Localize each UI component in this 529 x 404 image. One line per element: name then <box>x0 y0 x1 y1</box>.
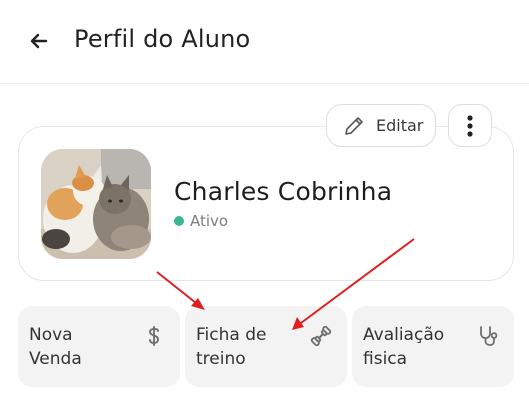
edit-button[interactable]: Editar <box>326 104 436 147</box>
more-options-button[interactable] <box>448 104 492 147</box>
workout-sheet-label: Ficha de treino <box>196 325 267 369</box>
pencil-icon <box>345 116 363 135</box>
more-vertical-icon <box>467 114 473 137</box>
avatar <box>41 149 151 259</box>
stethoscope-icon <box>480 326 498 346</box>
physical-assessment-tile[interactable]: Avaliação fisica <box>352 306 514 387</box>
dumbbell-icon <box>310 325 332 347</box>
app-header: Perfil do Aluno <box>0 0 529 84</box>
new-sale-label: Nova Venda <box>29 325 82 369</box>
back-button[interactable] <box>27 29 51 53</box>
arrow-left-icon <box>30 33 48 49</box>
status-dot-icon <box>174 216 184 226</box>
new-sale-tile[interactable]: Nova Venda <box>18 306 180 387</box>
page: Perfil do Aluno Editar Charles Cobrinha … <box>0 0 529 404</box>
student-name: Charles Cobrinha <box>174 177 393 206</box>
cats-photo <box>41 149 151 259</box>
page-title: Perfil do Aluno <box>74 25 251 53</box>
edit-button-label: Editar <box>376 116 424 135</box>
workout-sheet-tile[interactable]: Ficha de treino <box>185 306 347 387</box>
dollar-icon <box>149 326 159 346</box>
status-badge: Ativo <box>174 212 228 230</box>
status-label: Ativo <box>190 212 229 230</box>
physical-assessment-label: Avaliação fisica <box>363 325 445 369</box>
